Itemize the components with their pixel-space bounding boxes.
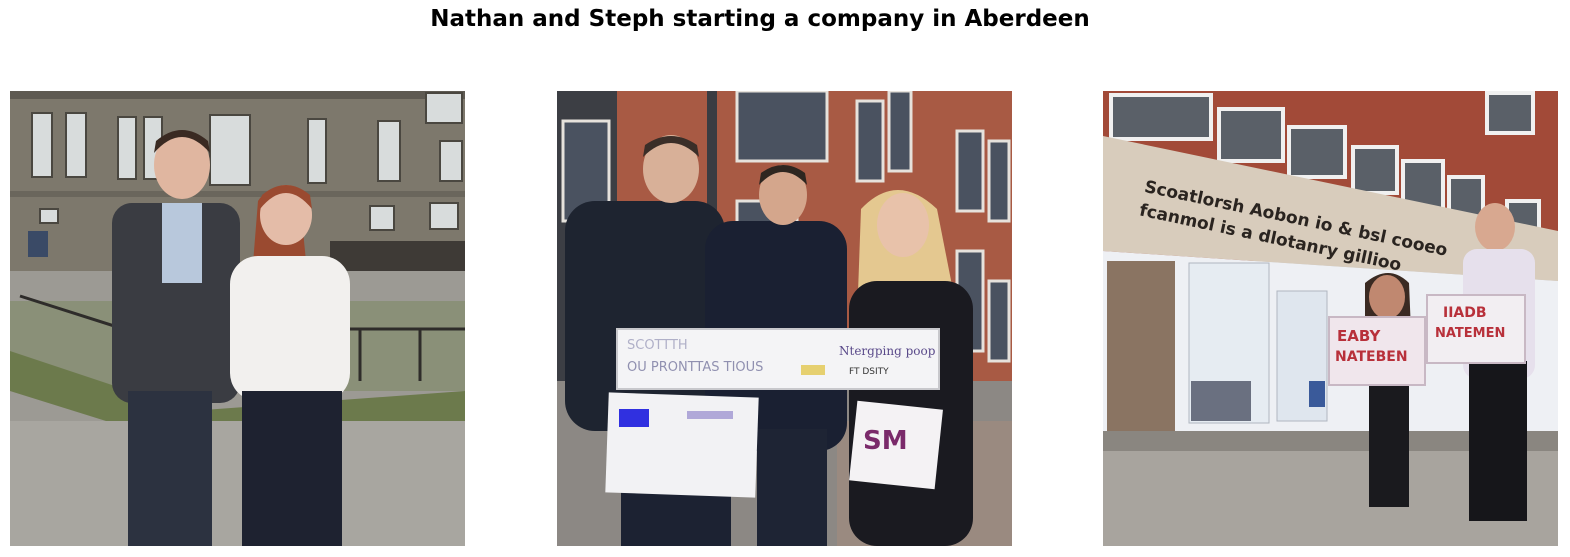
svg-text:FT DSITY: FT DSITY: [849, 367, 889, 377]
image-panel-3: Scoatlorsh Aobon io & bsl cooeo fcanmol …: [1103, 91, 1558, 546]
photo-red-brick-street: SCOTTTH OU PRONTTAS TIOUS Ntergping poop…: [557, 91, 1012, 546]
svg-text:EABY: EABY: [1337, 327, 1381, 345]
svg-text:NATEMEN: NATEMEN: [1435, 326, 1505, 341]
photo-tenement-street: [10, 91, 465, 546]
held-sign-wide: SCOTTTH OU PRONTTAS TIOUS Ntergping poop…: [616, 328, 940, 390]
svg-text:Ntergping poop: Ntergping poop: [839, 344, 936, 358]
svg-text:SCOTTTH: SCOTTTH: [627, 338, 688, 353]
svg-text:SM: SM: [863, 426, 908, 456]
person-woman: [1365, 273, 1411, 507]
svg-text:OU PRONTTAS TIOUS: OU PRONTTAS TIOUS: [627, 360, 763, 375]
svg-text:IIADB: IIADB: [1443, 305, 1487, 321]
figure-title: Nathan and Steph starting a company in A…: [430, 6, 1090, 32]
held-sign-left: [605, 392, 759, 498]
image-panel-1: [10, 91, 465, 546]
held-sign-left: EABY NATEBEN: [1328, 316, 1426, 386]
image-panel-2: SCOTTTH OU PRONTTAS TIOUS Ntergping poop…: [557, 91, 1012, 546]
photo-shopfront: Scoatlorsh Aobon io & bsl cooeo fcanmol …: [1103, 91, 1558, 546]
held-sign-right: SM: [849, 400, 943, 490]
svg-text:NATEBEN: NATEBEN: [1335, 349, 1408, 365]
held-sign-right: IIADB NATEMEN: [1426, 294, 1526, 364]
